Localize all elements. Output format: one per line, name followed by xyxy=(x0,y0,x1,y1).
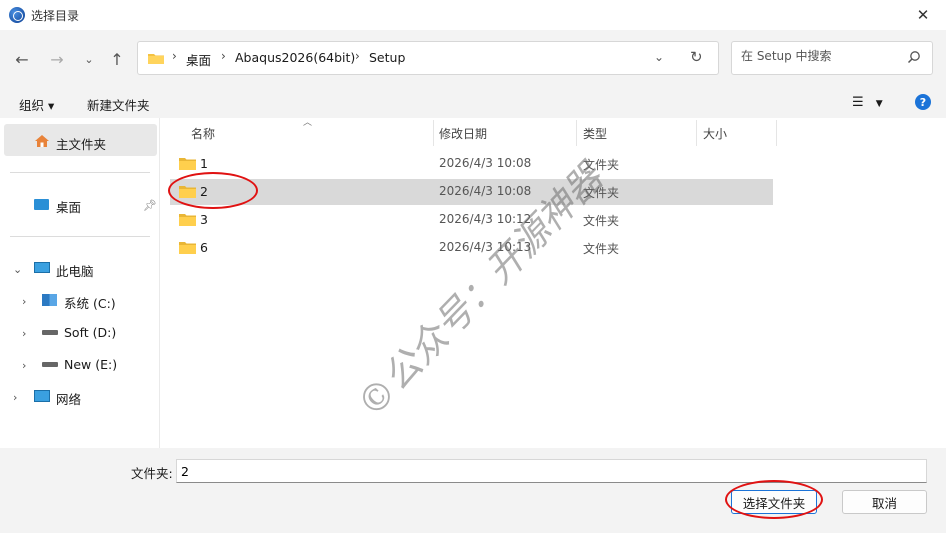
view-options-button[interactable]: ☰ ▼ xyxy=(852,95,883,110)
file-modified: 2026/4/3 10:13 xyxy=(439,240,532,254)
file-modified: 2026/4/3 10:12 xyxy=(439,212,532,226)
chevron-right-icon[interactable]: › xyxy=(13,391,17,404)
column-header-type[interactable]: 类型 xyxy=(583,125,607,142)
breadcrumb-setup[interactable]: Setup xyxy=(369,50,405,65)
table-row[interactable]: 1 2026/4/3 10:08 文件夹 xyxy=(170,151,773,177)
column-header-size[interactable]: 大小 xyxy=(703,125,727,142)
arrow-left-icon: ← xyxy=(15,49,29,69)
recent-locations-button[interactable]: ⌄ xyxy=(76,46,102,72)
folder-name-input[interactable] xyxy=(176,459,927,483)
chevron-down-icon: ▼ xyxy=(875,99,883,109)
sidebar-item-drive-d[interactable]: Soft (D:) xyxy=(42,324,154,344)
chevron-right-icon[interactable]: › xyxy=(22,359,26,372)
network-icon xyxy=(34,390,50,402)
drive-icon xyxy=(42,330,58,335)
pin-icon[interactable]: 📌︎ xyxy=(143,199,157,212)
drive-icon xyxy=(42,362,58,367)
close-icon: ✕ xyxy=(916,6,930,24)
folder-icon xyxy=(179,186,196,198)
column-header-name[interactable]: 名称 xyxy=(191,125,215,142)
file-modified: 2026/4/3 10:08 xyxy=(439,184,532,198)
search-icon xyxy=(907,51,920,64)
folder-icon xyxy=(179,214,196,226)
select-folder-button[interactable]: 选择文件夹 xyxy=(731,490,817,514)
chevron-down-icon[interactable]: ⌄ xyxy=(654,50,664,64)
back-button[interactable]: ← xyxy=(9,46,35,72)
column-divider[interactable] xyxy=(433,120,434,146)
close-button[interactable]: ✕ xyxy=(900,0,946,30)
folder-icon xyxy=(179,158,196,170)
help-icon[interactable]: ? xyxy=(915,94,931,110)
divider xyxy=(10,236,150,237)
folder-icon xyxy=(148,54,164,64)
up-button[interactable]: ↑ xyxy=(104,46,130,72)
breadcrumb-abaqus[interactable]: Abaqus2026(64bit) xyxy=(235,50,355,65)
window-title: 选择目录 xyxy=(31,9,80,23)
windows-drive-icon xyxy=(42,294,57,306)
sidebar-item-label: 此电脑 xyxy=(56,264,94,279)
sidebar-item-label: 主文件夹 xyxy=(56,137,107,152)
file-name: 6 xyxy=(200,240,208,255)
app-logo-icon xyxy=(9,7,25,23)
divider xyxy=(10,172,150,173)
arrow-up-icon: ↑ xyxy=(110,49,124,69)
file-type: 文件夹 xyxy=(583,214,620,228)
sidebar-item-label: 系统 (C:) xyxy=(64,296,116,311)
cancel-button[interactable]: 取消 xyxy=(842,490,927,514)
chevron-expanded-icon[interactable]: ⌄ xyxy=(13,263,22,276)
search-input[interactable] xyxy=(741,49,901,63)
sidebar-item-label: 桌面 xyxy=(56,200,82,215)
sidebar-item-network[interactable]: 网络 xyxy=(34,388,154,408)
chevron-right-icon[interactable]: › xyxy=(22,327,26,340)
file-type: 文件夹 xyxy=(583,186,620,200)
sidebar-item-label: 网络 xyxy=(56,392,82,407)
column-divider[interactable] xyxy=(776,120,777,146)
chevron-down-icon: ⌄ xyxy=(84,52,94,66)
breadcrumb-desktop[interactable]: 桌面 xyxy=(186,50,211,69)
file-modified: 2026/4/3 10:08 xyxy=(439,156,532,170)
column-divider[interactable] xyxy=(696,120,697,146)
column-header-modified[interactable]: 修改日期 xyxy=(439,125,487,142)
address-bar[interactable]: › 桌面 › Abaqus2026(64bit) › Setup ⌄ ↻ xyxy=(137,41,719,75)
folder-icon xyxy=(179,242,196,254)
sidebar-item-drive-e[interactable]: New (E:) xyxy=(42,356,154,376)
forward-button[interactable]: → xyxy=(44,46,70,72)
sidebar-item-drive-c[interactable]: 系统 (C:) xyxy=(42,292,154,312)
table-row[interactable]: 3 2026/4/3 10:12 文件夹 xyxy=(170,207,773,233)
title-bar xyxy=(0,0,946,30)
new-folder-button[interactable]: 新建文件夹 xyxy=(87,95,150,114)
file-name: 1 xyxy=(200,156,208,171)
sort-ascending-icon: ︿ xyxy=(303,118,313,128)
file-type: 文件夹 xyxy=(583,242,620,256)
sidebar-item-desktop[interactable]: 桌面 xyxy=(34,196,154,216)
breadcrumb-separator: › xyxy=(172,49,177,63)
breadcrumb-separator: › xyxy=(221,49,226,63)
search-box[interactable] xyxy=(731,41,933,75)
chevron-right-icon[interactable]: › xyxy=(22,295,26,308)
home-icon xyxy=(35,135,49,147)
file-type: 文件夹 xyxy=(583,158,620,172)
sidebar-item-label: New (E:) xyxy=(64,357,118,372)
arrow-right-icon: → xyxy=(50,49,64,69)
file-name: 2 xyxy=(200,184,208,199)
desktop-icon xyxy=(34,199,49,210)
file-name: 3 xyxy=(200,212,208,227)
column-divider[interactable] xyxy=(576,120,577,146)
organize-button[interactable]: 组织 ▾ xyxy=(19,95,54,114)
table-row-selected[interactable]: 2 2026/4/3 10:08 文件夹 xyxy=(170,179,773,205)
folder-field-label: 文件夹: xyxy=(131,466,173,481)
sidebar-item-this-pc[interactable]: 此电脑 xyxy=(34,260,154,280)
computer-icon xyxy=(34,262,50,273)
sidebar-item-label: Soft (D:) xyxy=(64,325,117,340)
breadcrumb-separator: › xyxy=(355,49,360,63)
list-view-icon: ☰ xyxy=(852,95,864,110)
refresh-icon[interactable]: ↻ xyxy=(690,48,703,66)
table-row[interactable]: 6 2026/4/3 10:13 文件夹 xyxy=(170,235,773,261)
